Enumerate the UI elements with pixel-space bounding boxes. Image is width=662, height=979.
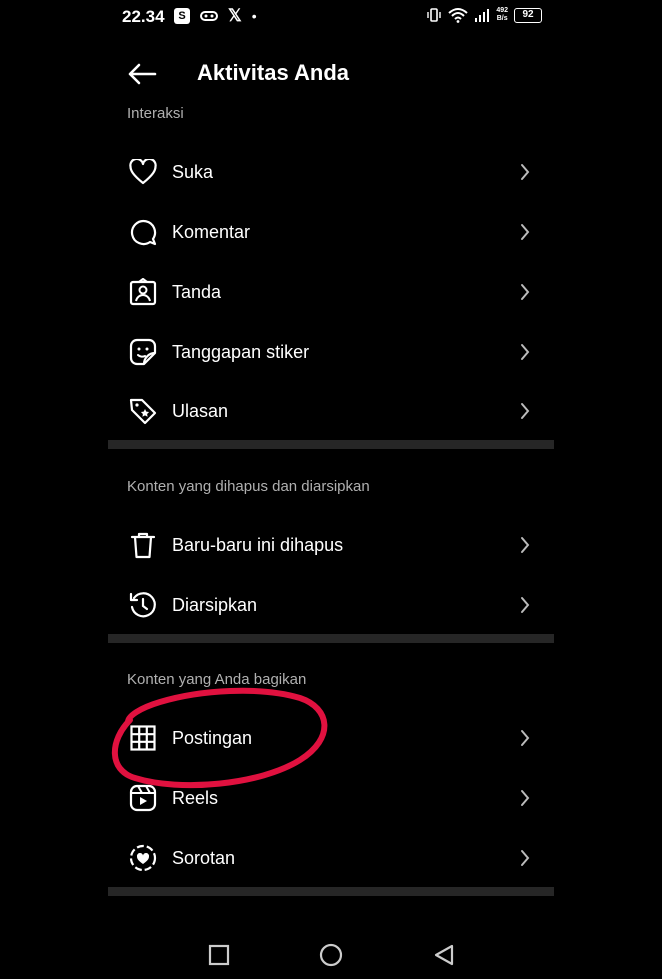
back-button[interactable] — [124, 60, 160, 88]
chevron-right-icon — [518, 401, 532, 421]
trash-icon — [128, 530, 158, 560]
signal-icon — [474, 8, 490, 22]
menu-item-label: Postingan — [172, 727, 253, 748]
shop-app-icon: S — [174, 8, 190, 24]
chevron-right-icon — [518, 788, 532, 808]
chevron-right-icon — [518, 342, 532, 362]
vibrate-icon — [426, 7, 442, 23]
menu-item-komentar[interactable]: Komentar — [108, 204, 554, 260]
menu-item-label: Ulasan — [172, 400, 229, 421]
wifi-icon — [448, 7, 468, 23]
menu-item-tanggapan-stiker[interactable]: Tanggapan stiker — [108, 324, 554, 380]
grid-icon — [128, 723, 158, 753]
triangle-back-icon — [434, 944, 454, 966]
section-divider — [108, 440, 554, 449]
archive-history-icon — [128, 590, 158, 620]
chevron-right-icon — [518, 162, 532, 182]
x-app-icon: 𝕏 — [228, 6, 242, 25]
menu-item-tanda[interactable]: Tanda — [108, 264, 554, 320]
square-icon — [208, 944, 230, 966]
network-speed: 492 B/s — [496, 7, 508, 22]
status-notification-icons: S 𝕏 • — [174, 6, 257, 25]
chevron-right-icon — [518, 848, 532, 868]
section-header-dihapus: Konten yang dihapus dan diarsipkan — [127, 478, 370, 495]
menu-item-baru-dihapus[interactable]: Baru-baru ini dihapus — [108, 517, 554, 573]
chevron-right-icon — [518, 222, 532, 242]
system-nav-bar — [0, 930, 662, 979]
menu-item-label: Tanda — [172, 281, 222, 302]
menu-item-sorotan[interactable]: Sorotan — [108, 830, 554, 886]
menu-item-label: Sorotan — [172, 847, 236, 868]
menu-item-label: Komentar — [172, 221, 251, 242]
section-header-interaksi: Interaksi — [127, 105, 184, 122]
menu-item-label: Diarsipkan — [172, 594, 258, 615]
section-divider — [108, 634, 554, 643]
top-app-bar: Aktivitas Anda — [108, 54, 554, 94]
phone-screen: 22.34 S 𝕏 • 492 B/s 92 Aktivitas Anda In… — [108, 0, 554, 930]
status-system-icons: 492 B/s 92 — [426, 7, 542, 23]
status-bar: 22.34 S 𝕏 • 492 B/s 92 — [108, 0, 554, 34]
recents-button[interactable] — [206, 942, 232, 968]
section-divider — [108, 887, 554, 896]
arrow-left-icon — [128, 63, 157, 85]
menu-item-label: Tanggapan stiker — [172, 341, 310, 362]
menu-item-diarsipkan[interactable]: Diarsipkan — [108, 577, 554, 633]
tag-person-icon — [128, 277, 158, 307]
game-controller-icon — [200, 9, 218, 23]
chevron-right-icon — [518, 595, 532, 615]
chevron-right-icon — [518, 728, 532, 748]
comment-icon — [128, 217, 158, 247]
menu-item-postingan[interactable]: Postingan — [108, 710, 554, 766]
menu-item-ulasan[interactable]: Ulasan — [108, 383, 554, 439]
heart-icon — [128, 157, 158, 187]
status-time: 22.34 — [122, 7, 165, 26]
circle-icon — [319, 943, 343, 967]
nav-back-button[interactable] — [431, 942, 457, 968]
menu-item-suka[interactable]: Suka — [108, 144, 554, 200]
menu-item-label: Suka — [172, 161, 214, 182]
review-tag-icon — [128, 396, 158, 426]
more-notifications-dot: • — [251, 8, 257, 24]
home-button[interactable] — [318, 942, 344, 968]
battery-icon: 92 — [514, 7, 542, 23]
chevron-right-icon — [518, 282, 532, 302]
sticker-icon — [128, 337, 158, 367]
reels-icon — [128, 783, 158, 813]
menu-item-reels[interactable]: Reels — [108, 770, 554, 826]
highlight-icon — [128, 843, 158, 873]
page-title: Aktivitas Anda — [197, 60, 350, 85]
chevron-right-icon — [518, 535, 532, 555]
menu-item-label: Baru-baru ini dihapus — [172, 534, 344, 555]
section-header-bagikan: Konten yang Anda bagikan — [127, 671, 307, 688]
menu-item-label: Reels — [172, 787, 219, 808]
